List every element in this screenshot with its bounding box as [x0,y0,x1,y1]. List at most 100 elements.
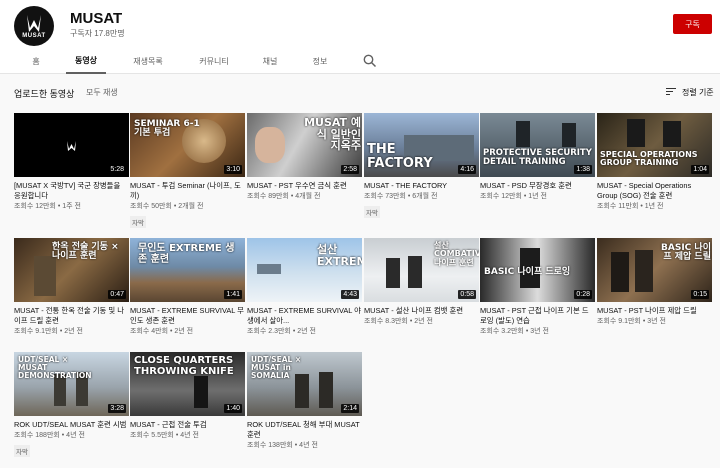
video-card[interactable]: SPECIAL OPERATIONS GROUP TRAINING 1:04 M… [597,113,712,212]
video-thumbnail[interactable]: SPECIAL OPERATIONS GROUP TRAINING 1:04 [597,113,712,177]
video-card[interactable]: 설산 COMBATIVES 나이프 훈련 0:58 MUSAT - 설산 나이프… [364,238,479,327]
video-duration: 1:04 [691,165,709,174]
video-meta: 조회수 4만회 • 2년 전 [130,328,194,335]
video-duration: 3:10 [224,165,242,174]
upload-age: 2년 전 [414,318,433,325]
upload-age: 2년 전 [297,328,316,335]
video-thumbnail[interactable]: UDT/SEAL × MUSAT DEMONSTRATION 3:28 [14,352,129,416]
tab-playlists[interactable]: 재생목록 [124,48,172,74]
video-duration: 1:40 [224,404,242,413]
video-thumbnail[interactable]: BASIC 나이프 제압 드릴 0:15 [597,238,712,302]
tab-about[interactable]: 정보 [306,48,334,74]
view-count: 조회수 73만회 [364,193,406,200]
video-meta: 조회수 12만회 • 1년 전 [480,193,547,200]
thumbnail-text: CLOSE QUARTERS THROWING KNIFE [134,355,234,377]
video-meta: 조회수 138만회 • 4년 전 [247,442,318,449]
video-duration: 2:58 [341,165,359,174]
video-title[interactable]: MUSAT - PST 근접 나이프 기본 드로잉 (발도) 연습 [480,306,595,326]
video-thumbnail[interactable]: BASIC 나이프 드로잉 0:28 [480,238,595,302]
tab-home[interactable]: 홈 [24,48,48,74]
video-thumbnail[interactable]: PROTECTIVE SECURITY DETAIL TRAINING 1:38 [480,113,595,177]
view-count: 조회수 3.2만회 [480,328,524,335]
section-title: 업로드한 동영상 [14,89,75,99]
view-count: 조회수 9.1만회 [597,318,641,325]
video-title[interactable]: MUSAT - PST 우수연 금식 훈련 [247,181,362,191]
subscribe-button[interactable]: 구독 [673,14,712,34]
subtitle-badge: 자막 [130,216,146,228]
tab-community[interactable]: 커뮤니티 [190,48,238,74]
thumbnail-text: SEMINAR 6-1 기본 투검 [134,119,200,139]
thumbnail-text: THE FACTORY [367,142,433,171]
view-count: 조회수 5.5만회 [130,432,174,439]
video-meta: 조회수 89만회 • 4개월 전 [247,193,321,200]
avatar-logo-text: MUSAT [22,33,46,39]
sort-button[interactable]: 정렬 기준 [666,86,714,98]
video-card[interactable]: 무인도 EXTREME 생존 훈련 1:41 MUSAT - EXTREME S… [130,238,245,337]
video-card[interactable]: SEMINAR 6-1 기본 투검 3:10 MUSAT - 투검 Semina… [130,113,245,230]
video-card[interactable]: 5:28 [MUSAT X 국방TV] 국군 장병들을 응원합니다 조회수 12… [14,113,129,212]
view-count: 조회수 12만회 [14,203,56,210]
tab-channels[interactable]: 채널 [256,48,284,74]
video-card[interactable]: PROTECTIVE SECURITY DETAIL TRAINING 1:38… [480,113,595,202]
thumbnail-text: MUSAT 예식 일반인 지옥주 [304,116,361,153]
video-card[interactable]: BASIC 나이프 제압 드릴 0:15 MUSAT - PST 나이프 제압 … [597,238,712,327]
video-thumbnail[interactable]: THE FACTORY 4:16 [364,113,479,177]
video-card[interactable]: BASIC 나이프 드로잉 0:28 MUSAT - PST 근접 나이프 기본… [480,238,595,337]
video-title[interactable]: MUSAT - EXTREME SURVIVAL 야생에서 살아... [247,306,362,326]
video-title[interactable]: ROK UDT/SEAL 청해 부대 MUSAT 훈련 [247,420,362,440]
video-title[interactable]: ROK UDT/SEAL MUSAT 훈련 시범 [14,420,129,430]
play-all-button[interactable]: 모두 재생 [86,87,118,98]
video-title[interactable]: MUSAT - THE FACTORY [364,181,479,191]
channel-tabs: 홈 동영상 재생목록 커뮤니티 채널 정보 [0,48,720,74]
video-duration: 0:47 [108,290,126,299]
video-card[interactable]: UDT/SEAL × MUSAT in SOMALIA 2:14 ROK UDT… [247,352,362,451]
video-card[interactable]: UDT/SEAL × MUSAT DEMONSTRATION 3:28 ROK … [14,352,129,459]
video-title[interactable]: MUSAT - 전통 한옥 전술 기동 및 나이프 드릴 훈련 [14,306,129,326]
video-thumbnail[interactable]: SEMINAR 6-1 기본 투검 3:10 [130,113,245,177]
subtitle-badge: 자막 [364,206,380,218]
video-thumbnail[interactable]: 5:28 [14,113,129,177]
youtube-channel-page: MUSAT MUSAT 구독자 17.8만명 구독 홈 동영상 재생목록 커뮤니… [0,0,720,468]
video-title[interactable]: [MUSAT X 국방TV] 국군 장병들을 응원합니다 [14,181,129,201]
video-thumbnail[interactable]: CLOSE QUARTERS THROWING KNIFE 1:40 [130,352,245,416]
search-icon[interactable] [362,53,378,69]
video-card[interactable]: CLOSE QUARTERS THROWING KNIFE 1:40 MUSAT… [130,352,245,441]
video-duration: 4:16 [458,165,476,174]
channel-avatar[interactable]: MUSAT [14,6,54,46]
view-count: 조회수 12만회 [480,193,522,200]
video-card[interactable]: 설산 EXTREME 4:43 MUSAT - EXTREME SURVIVAL… [247,238,362,337]
view-count: 조회수 8.3만회 [364,318,408,325]
video-thumbnail[interactable]: 한옥 전술 기동 × 나이프 훈련 0:47 [14,238,129,302]
video-card[interactable]: 한옥 전술 기동 × 나이프 훈련 0:47 MUSAT - 전통 한옥 전술 … [14,238,129,337]
video-duration: 0:58 [458,290,476,299]
video-thumbnail[interactable]: 설산 EXTREME 4:43 [247,238,362,302]
video-meta: 조회수 9.1만회 • 2년 전 [14,328,83,335]
video-duration: 4:43 [341,290,359,299]
video-thumbnail[interactable]: 설산 COMBATIVES 나이프 훈련 0:58 [364,238,479,302]
video-card[interactable]: MUSAT 예식 일반인 지옥주 2:58 MUSAT - PST 우수연 금식… [247,113,362,202]
video-title[interactable]: MUSAT - EXTREME SURVIVAL 무인도 생존 훈련 [130,306,245,326]
video-title[interactable]: MUSAT - Special Operations Group (SOG) 전… [597,181,712,201]
video-thumbnail[interactable]: UDT/SEAL × MUSAT in SOMALIA 2:14 [247,352,362,416]
subscriber-count: 구독자 17.8만명 [70,29,125,38]
sort-icon [666,88,676,96]
video-thumbnail[interactable]: MUSAT 예식 일반인 지옥주 2:58 [247,113,362,177]
video-duration: 0:28 [574,290,592,299]
video-title[interactable]: MUSAT - 설산 나이프 컴뱃 훈련 [364,306,479,316]
video-card[interactable]: THE FACTORY 4:16 MUSAT - THE FACTORY 조회수… [364,113,479,220]
video-title[interactable]: MUSAT - 근접 전술 투검 [130,420,245,430]
subtitle-badge: 자막 [14,445,30,457]
video-meta: 조회수 2.3만회 • 2년 전 [247,328,316,335]
video-title[interactable]: MUSAT - PSD 무장경호 훈련 [480,181,595,191]
thumbnail-text: UDT/SEAL × MUSAT in SOMALIA [251,355,302,380]
video-title[interactable]: MUSAT - 투검 Seminar (나이프, 도끼) [130,181,245,201]
musat-logo-icon [27,15,41,32]
video-thumbnail[interactable]: 무인도 EXTREME 생존 훈련 1:41 [130,238,245,302]
video-title[interactable]: MUSAT - PST 나이프 제압 드릴 [597,306,712,316]
upload-age: 6개월 전 [412,193,438,200]
upload-age: 3년 전 [530,328,549,335]
tab-videos[interactable]: 동영상 [66,48,106,74]
view-count: 조회수 89만회 [247,193,289,200]
view-count: 조회수 188만회 [14,432,60,439]
thumbnail-text: 설산 EXTREME [317,243,362,268]
